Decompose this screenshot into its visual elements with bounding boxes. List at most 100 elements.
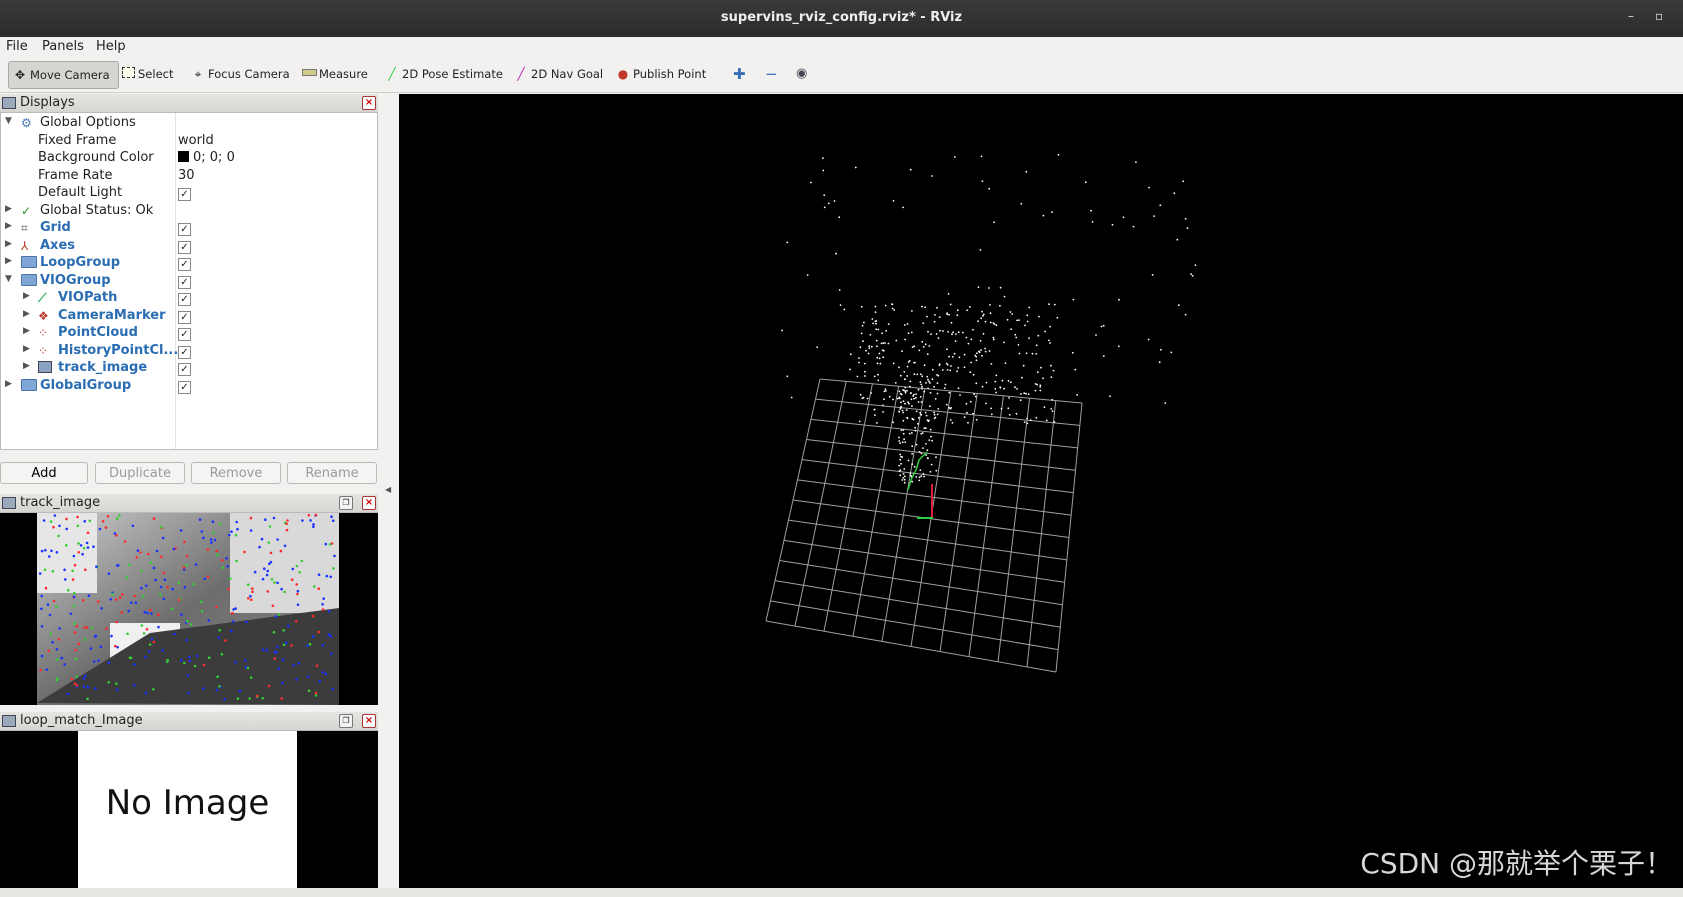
collapse-arrow-icon[interactable]: ▶ <box>23 326 30 336</box>
feature-point <box>231 620 235 623</box>
cloud-point <box>984 347 986 350</box>
feature-point <box>57 638 61 641</box>
float-panel-button[interactable]: ❐ <box>339 714 353 728</box>
collapse-arrow-icon[interactable]: ▶ <box>5 221 12 231</box>
tree-row-axes[interactable]: ▶ ⅄ Axes ✓ <box>1 238 377 255</box>
tree-row-viogroup[interactable]: ▼ VIOGroup ✓ <box>1 273 377 290</box>
restore-button[interactable]: ▫ <box>1655 9 1663 23</box>
collapse-arrow-icon[interactable]: ▶ <box>5 204 12 214</box>
feature-point <box>230 530 233 533</box>
fixed-frame-value[interactable]: world <box>178 133 214 148</box>
3d-render-viewport[interactable]: CSDN @那就举个栗子！ <box>399 94 1683 888</box>
frame-rate-value[interactable]: 30 <box>178 168 195 183</box>
axes-checkbox[interactable]: ✓ <box>178 241 191 254</box>
collapse-arrow-icon[interactable]: ▶ <box>23 291 30 301</box>
cloud-point <box>920 452 923 455</box>
tree-row-global-status[interactable]: ▶ ✓ Global Status: Ok <box>1 203 377 220</box>
displays-close-button[interactable]: × <box>362 96 376 110</box>
tree-row-global-options[interactable]: ▼ ⚙ Global Options <box>1 115 377 132</box>
menu-help[interactable]: Help <box>96 39 126 54</box>
track-image-frame <box>37 513 339 705</box>
viogroup-checkbox[interactable]: ✓ <box>178 276 191 289</box>
publish-point-tool[interactable]: ● Publish Point <box>616 63 706 85</box>
collapse-arrow-icon[interactable]: ▶ <box>5 256 12 266</box>
cloud-point <box>925 427 927 430</box>
cloud-point <box>977 320 979 323</box>
grid-checkbox[interactable]: ✓ <box>178 223 191 236</box>
feature-point <box>312 585 316 588</box>
tree-row-track-image[interactable]: ▶ track_image ✓ <box>1 360 377 377</box>
cloud-point <box>876 356 879 359</box>
feature-point <box>226 565 229 568</box>
cloud-point <box>823 206 826 209</box>
minimize-button[interactable]: – <box>1628 9 1634 23</box>
cloud-point <box>1117 345 1120 348</box>
add-button[interactable]: Add <box>0 462 88 484</box>
collapse-arrow-icon[interactable]: ▶ <box>23 309 30 319</box>
cloud-point <box>995 391 998 394</box>
tree-row-frame-rate[interactable]: Frame Rate 30 <box>1 168 377 185</box>
collapse-arrow-icon[interactable]: ▶ <box>23 361 30 371</box>
add-tool-icon[interactable]: ✚ <box>733 63 746 85</box>
cloud-point <box>954 340 957 342</box>
focus-camera-tool[interactable]: ⌖ Focus Camera <box>191 63 290 85</box>
eye-icon[interactable]: ◉ <box>796 63 807 85</box>
float-panel-button[interactable]: ❐ <box>339 496 353 510</box>
nav-goal-tool[interactable]: ╱ 2D Nav Goal <box>514 63 603 85</box>
default-light-checkbox[interactable]: ✓ <box>178 188 191 201</box>
historypointcloud-checkbox[interactable]: ✓ <box>178 346 191 359</box>
duplicate-button[interactable]: Duplicate <box>95 462 185 484</box>
remove-button[interactable]: Remove <box>191 462 281 484</box>
cloud-point <box>893 309 896 311</box>
track-image-close-button[interactable]: × <box>362 496 376 510</box>
measure-tool[interactable]: Measure <box>302 63 368 85</box>
tree-row-background-color[interactable]: Background Color 0; 0; 0 <box>1 150 377 167</box>
feature-point <box>111 592 114 596</box>
collapse-arrow-icon[interactable]: ▶ <box>5 379 12 389</box>
select-tool[interactable]: Select <box>121 63 173 85</box>
loop-match-close-button[interactable]: × <box>362 714 376 728</box>
collapse-arrow-icon[interactable]: ▶ <box>23 344 30 354</box>
collapse-arrow-icon[interactable]: ▶ <box>5 239 12 249</box>
cloud-point <box>870 392 872 394</box>
tree-row-pointcloud[interactable]: ▶ ⁘ PointCloud ✓ <box>1 325 377 342</box>
menu-panels[interactable]: Panels <box>42 39 84 54</box>
tree-row-loopgroup[interactable]: ▶ LoopGroup ✓ <box>1 255 377 272</box>
cloud-point <box>970 338 973 341</box>
menu-file[interactable]: File <box>6 39 28 54</box>
expand-arrow-icon[interactable]: ▼ <box>5 274 12 284</box>
cloud-point <box>884 388 887 390</box>
pose-estimate-tool[interactable]: ╱ 2D Pose Estimate <box>385 63 503 85</box>
panel-splitter-handle[interactable]: ◀ <box>385 485 391 494</box>
feature-point <box>71 569 74 573</box>
tree-row-historypointcloud[interactable]: ▶ ⁘ HistoryPointCl... ✓ <box>1 343 377 360</box>
cloud-point <box>935 469 938 472</box>
feature-point <box>200 610 204 613</box>
tree-row-viopath[interactable]: ▶ ⟋ VIOPath ✓ <box>1 290 377 307</box>
globalgroup-checkbox[interactable]: ✓ <box>178 381 191 394</box>
feature-point <box>282 629 286 632</box>
remove-tool-icon[interactable]: − <box>765 63 778 85</box>
cloud-point <box>949 419 952 421</box>
cloud-point <box>967 342 970 345</box>
rename-button[interactable]: Rename <box>287 462 377 484</box>
cloud-point <box>999 304 1001 307</box>
background-color-value[interactable]: 0; 0; 0 <box>178 150 235 165</box>
pointcloud-checkbox[interactable]: ✓ <box>178 328 191 341</box>
feature-point <box>74 657 78 661</box>
tree-row-globalgroup[interactable]: ▶ GlobalGroup ✓ <box>1 378 377 395</box>
track-image-checkbox[interactable]: ✓ <box>178 363 191 376</box>
tree-row-cameramarker[interactable]: ▶ ❖ CameraMarker ✓ <box>1 308 377 325</box>
cloud-point <box>902 477 905 479</box>
viopath-checkbox[interactable]: ✓ <box>178 293 191 306</box>
move-camera-tool[interactable]: ✥ Move Camera <box>8 61 119 89</box>
tree-row-fixed-frame[interactable]: Fixed Frame world <box>1 133 377 150</box>
cameramarker-checkbox[interactable]: ✓ <box>178 311 191 324</box>
cloud-point <box>990 363 993 365</box>
cloud-point <box>1027 393 1030 395</box>
cloud-point <box>925 382 927 384</box>
tree-row-grid[interactable]: ▶ ⌗ Grid ✓ <box>1 220 377 237</box>
loopgroup-checkbox[interactable]: ✓ <box>178 258 191 271</box>
expand-arrow-icon[interactable]: ▼ <box>5 116 12 126</box>
tree-row-default-light[interactable]: Default Light ✓ <box>1 185 377 202</box>
